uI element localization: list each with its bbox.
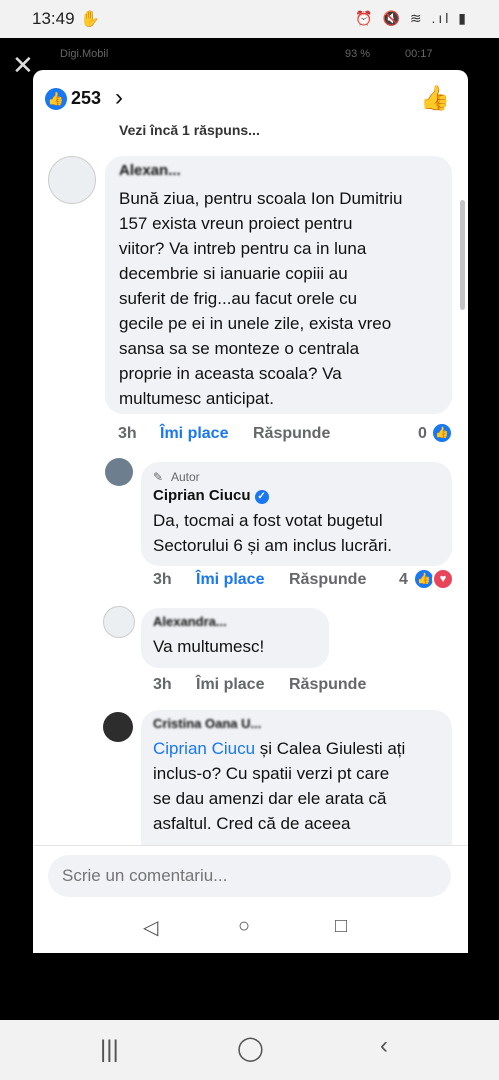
- scrollbar[interactable]: [460, 200, 465, 310]
- comment-author-row: Ciprian Ciucu ✓: [153, 487, 269, 504]
- chevron-right-icon[interactable]: ›: [115, 84, 123, 112]
- comment-line: multumesc anticipat.: [119, 389, 274, 408]
- comments-panel: 👍 253 › 👍 Vezi încă 1 răspuns... Alexan.…: [33, 70, 468, 953]
- comment-line: inclus-o? Cu spatii verzi pt care: [153, 764, 390, 783]
- comment-input[interactable]: [48, 855, 451, 897]
- back-triangle-icon[interactable]: ◁: [143, 915, 158, 940]
- comment-text: Bună ziua, pentru scoala Ion Dumitriu 15…: [119, 186, 449, 411]
- phone-status-bar: 13:49 ✋ ⏰ 🔇 ≋ .ıl ▮: [0, 0, 499, 38]
- recents-icon[interactable]: |||: [100, 1036, 119, 1064]
- inner-nav-bar: ◁ ○ □: [33, 905, 468, 953]
- thumbs-up-icon[interactable]: 👍: [420, 84, 450, 113]
- avatar[interactable]: [103, 606, 135, 638]
- reply-button[interactable]: Răspunde: [289, 571, 366, 589]
- comment-author[interactable]: Cristina Oana U...: [153, 716, 261, 731]
- comment-time: 3h: [153, 676, 172, 693]
- comment-bubble: ✎ Autor Ciprian Ciucu ✓ Da, tocmai a fost…: [141, 462, 452, 566]
- reaction-count[interactable]: 4: [399, 571, 408, 589]
- close-icon[interactable]: ✕: [12, 52, 34, 78]
- avatar[interactable]: [103, 712, 133, 742]
- comment-bubble: Alexandra... Va multumesc!: [141, 608, 329, 668]
- home-circle-icon[interactable]: ○: [238, 915, 250, 938]
- reply-button[interactable]: Răspunde: [289, 676, 366, 694]
- like-button[interactable]: Îmi place: [160, 425, 228, 443]
- verified-badge-icon: ✓: [254, 490, 269, 504]
- author-tag: Autor: [171, 470, 200, 484]
- view-more-replies-link[interactable]: Vezi încă 1 răspuns...: [119, 122, 260, 138]
- phone-nav-bar: ||| ◯ ‹: [0, 1020, 499, 1080]
- comment-line: Ciprian Ciucu și Calea Giulesti ați: [153, 736, 448, 761]
- inner-battery: 93 %: [345, 48, 371, 60]
- comment-line: sansa sa se monteze o centrala: [119, 339, 360, 358]
- comment-text: Ciprian Ciucu și Calea Giulesti ați incl…: [153, 736, 448, 836]
- reactions-header[interactable]: 👍 253 › 👍: [33, 70, 468, 130]
- recents-square-icon[interactable]: □: [335, 915, 347, 938]
- love-reaction-icon: ♥: [432, 568, 454, 590]
- like-count[interactable]: 253: [71, 88, 101, 109]
- comment-author[interactable]: Ciprian Ciucu: [153, 487, 251, 504]
- comment-author[interactable]: Alexan...: [119, 162, 181, 179]
- comment-line: se dau amenzi dar ele arata că: [153, 789, 387, 808]
- comment-bubble: Alexan... Bună ziua, pentru scoala Ion D…: [105, 156, 452, 414]
- reply-button[interactable]: Răspunde: [253, 425, 330, 443]
- comment-line: Sectorului 6 și am inclus lucrări.: [153, 536, 393, 555]
- avatar[interactable]: [48, 156, 96, 204]
- home-icon[interactable]: ◯: [237, 1034, 264, 1063]
- comment-line-rest: și Calea Giulesti ați: [255, 739, 406, 758]
- avatar[interactable]: [105, 458, 133, 486]
- reaction-count[interactable]: 0: [418, 425, 427, 443]
- comment-time: 3h: [153, 571, 172, 588]
- inner-status-bar: Digi.Mobil 93 % 00:17: [60, 46, 440, 64]
- pencil-icon: ✎: [153, 470, 164, 484]
- like-button[interactable]: Îmi place: [196, 676, 264, 694]
- comment-line: gecile pe ei in unele zile, exista vreo: [119, 314, 392, 333]
- inner-carrier: Digi.Mobil: [60, 48, 109, 60]
- comment-line: viitor? Va intreb pentru ca in luna: [119, 239, 367, 258]
- back-icon[interactable]: ‹: [380, 1032, 388, 1060]
- comment-time: 3h: [118, 425, 137, 442]
- like-reaction-icon: 👍: [45, 88, 67, 110]
- comment-line: suferit de frig...au facut orele cu: [119, 289, 358, 308]
- comment-composer: [33, 845, 468, 906]
- mention-link[interactable]: Ciprian Ciucu: [153, 739, 255, 758]
- comment-author[interactable]: Alexandra...: [153, 614, 227, 629]
- like-button[interactable]: Îmi place: [196, 571, 264, 589]
- hand-icon: ✋: [80, 11, 100, 28]
- status-time: 13:49: [32, 9, 75, 28]
- comment-text: Da, tocmai a fost votat bugetul Sectorul…: [153, 508, 448, 558]
- comment-line: Bună ziua, pentru scoala Ion Dumitriu: [119, 189, 403, 208]
- like-reaction-icon: 👍: [431, 422, 453, 444]
- status-icons: ⏰ 🔇 ≋ .ıl ▮: [355, 10, 469, 26]
- comment-line: 157 exista vreun proiect pentru: [119, 214, 353, 233]
- comment-text: Va multumesc!: [153, 637, 265, 656]
- inner-time: 00:17: [405, 48, 433, 60]
- comment-line: proprie in aceasta scoala? Va: [119, 364, 342, 383]
- comment-line: Da, tocmai a fost votat bugetul: [153, 511, 383, 530]
- comment-line: asfaltul. Cred că de aceea: [153, 814, 351, 833]
- comment-line: decembrie si ianuarie copiii au: [119, 264, 348, 283]
